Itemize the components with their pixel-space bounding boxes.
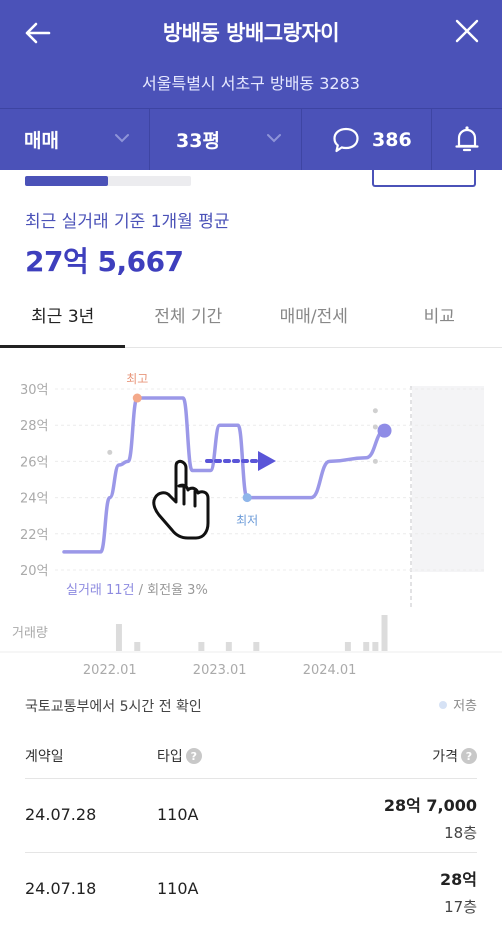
tab-recent-3y[interactable]: 최근 3년: [0, 290, 126, 347]
swipe-hand-icon: [152, 459, 210, 540]
row-price: 28억 7,000: [383, 796, 477, 815]
low-label: 최저: [236, 514, 258, 528]
row-date: 24.07.18: [25, 879, 97, 898]
progress-fill: [25, 176, 108, 186]
app-header: 방배동 방배그랑자이 서울특별시 서초구 방배동 3283: [0, 0, 502, 108]
y-tick-label: 22억: [20, 528, 49, 543]
close-icon[interactable]: [454, 18, 480, 44]
trade-count: 실거래 11건: [66, 583, 135, 598]
comments-button[interactable]: 386: [302, 109, 432, 170]
y-tick-label: 30억: [20, 383, 49, 398]
header-price-label: 가격: [432, 749, 458, 765]
header-date-label: 계약일: [25, 749, 64, 765]
period-tabs: 최근 3년 전체 기간 매매/전세 비교: [0, 290, 502, 348]
data-source-text: 국토교통부에서 5시간 전 확인: [25, 699, 202, 715]
y-tick-label: 20억: [20, 564, 49, 579]
header-date: 계약일: [25, 746, 64, 766]
header-type: 타입 ?: [157, 746, 202, 766]
bell-icon: [455, 125, 479, 151]
trade-count-note: 실거래 11건 / 회전율 3%: [66, 583, 208, 598]
transaction-dot: [107, 449, 113, 455]
x-tick-label: 2024.01: [303, 663, 357, 678]
turnover-rate: / 회전율 3%: [135, 583, 208, 598]
legend-dot: [439, 700, 448, 709]
volume-label: 거래량: [12, 626, 48, 641]
average-label: 최근 실거래 기준 1개월 평균: [25, 212, 230, 232]
trade-type-label: 매매: [24, 130, 59, 152]
volume-bar: [372, 642, 379, 651]
swipe-arrow-head: [258, 451, 276, 471]
future-area: [412, 386, 484, 572]
comment-count: 386: [372, 128, 412, 151]
speech-bubble-icon: [333, 127, 359, 152]
x-tick-label: 2023.01: [193, 663, 247, 678]
page-title: 방배동 방배그랑자이: [162, 21, 340, 45]
legend-low-floor: 저층: [439, 695, 477, 714]
y-tick-label: 24억: [20, 492, 49, 507]
row-floor: 18층: [444, 824, 477, 842]
trade-type-dropdown[interactable]: 매매: [0, 109, 150, 170]
tab-all-period[interactable]: 전체 기간: [126, 290, 252, 347]
y-tick-label: 28억: [20, 419, 49, 434]
active-tab-indicator: [0, 345, 125, 348]
card-outline: [372, 170, 476, 187]
price-line: [62, 396, 387, 554]
volume-bar: [198, 642, 205, 651]
volume-bar: [134, 642, 141, 651]
tab-compare[interactable]: 비교: [377, 290, 502, 347]
legend-low-label: 저층: [453, 699, 477, 714]
transaction-dot: [372, 408, 378, 414]
average-price: 27억 5,667: [25, 245, 184, 278]
transaction-dot: [372, 424, 378, 430]
transaction-dot: [372, 458, 378, 464]
x-tick-label: 2022.01: [83, 663, 137, 678]
row-floor: 17층: [444, 898, 477, 916]
tab-sale-lease[interactable]: 매매/전세: [251, 290, 377, 347]
size-dropdown[interactable]: 33평: [150, 109, 302, 170]
volume-bar: [344, 642, 351, 651]
volume-bar: [253, 642, 260, 651]
volume-bar: [225, 642, 232, 651]
volume-bar: [381, 615, 388, 651]
high-point: [132, 393, 142, 403]
help-icon[interactable]: ?: [461, 748, 477, 764]
row-type: 110A: [157, 805, 199, 824]
latest-point: [377, 423, 392, 438]
header-type-label: 타입: [157, 749, 183, 765]
address-text: 서울특별시 서초구 방배동 3283: [142, 74, 360, 93]
volume-bar: [363, 642, 370, 651]
row-date: 24.07.28: [25, 805, 97, 824]
volume-bar: [115, 624, 122, 651]
price-chart[interactable]: 30억 28억 26억 24억 22억 20억 최고최저실거래 11건 / 회전율 3% 거래…: [0, 350, 502, 690]
row-price-cell: 28억 7,000 18층: [384, 792, 477, 843]
table-header: 계약일 타입 ? 가격 ?: [0, 740, 502, 778]
y-tick-label: 26억: [20, 455, 49, 470]
row-type: 110A: [157, 879, 199, 898]
chevron-down-icon: [267, 134, 281, 143]
low-point: [242, 493, 252, 503]
row-price: 28억: [440, 870, 477, 889]
size-label: 33평: [176, 130, 220, 152]
row-price-cell: 28억 17층: [440, 866, 477, 917]
chevron-down-icon: [115, 134, 129, 143]
table-row[interactable]: 24.07.28 110A 28억 7,000 18층: [25, 778, 477, 850]
help-icon[interactable]: ?: [185, 748, 202, 764]
alarm-button[interactable]: [432, 109, 502, 170]
filter-bar: 매매 33평 386: [0, 108, 502, 170]
table-row[interactable]: 24.07.18 110A 28억 17층: [25, 852, 477, 924]
scroll-progress-bar: [25, 176, 191, 186]
header-price: 가격 ?: [432, 746, 477, 766]
high-label: 최고: [126, 372, 148, 386]
